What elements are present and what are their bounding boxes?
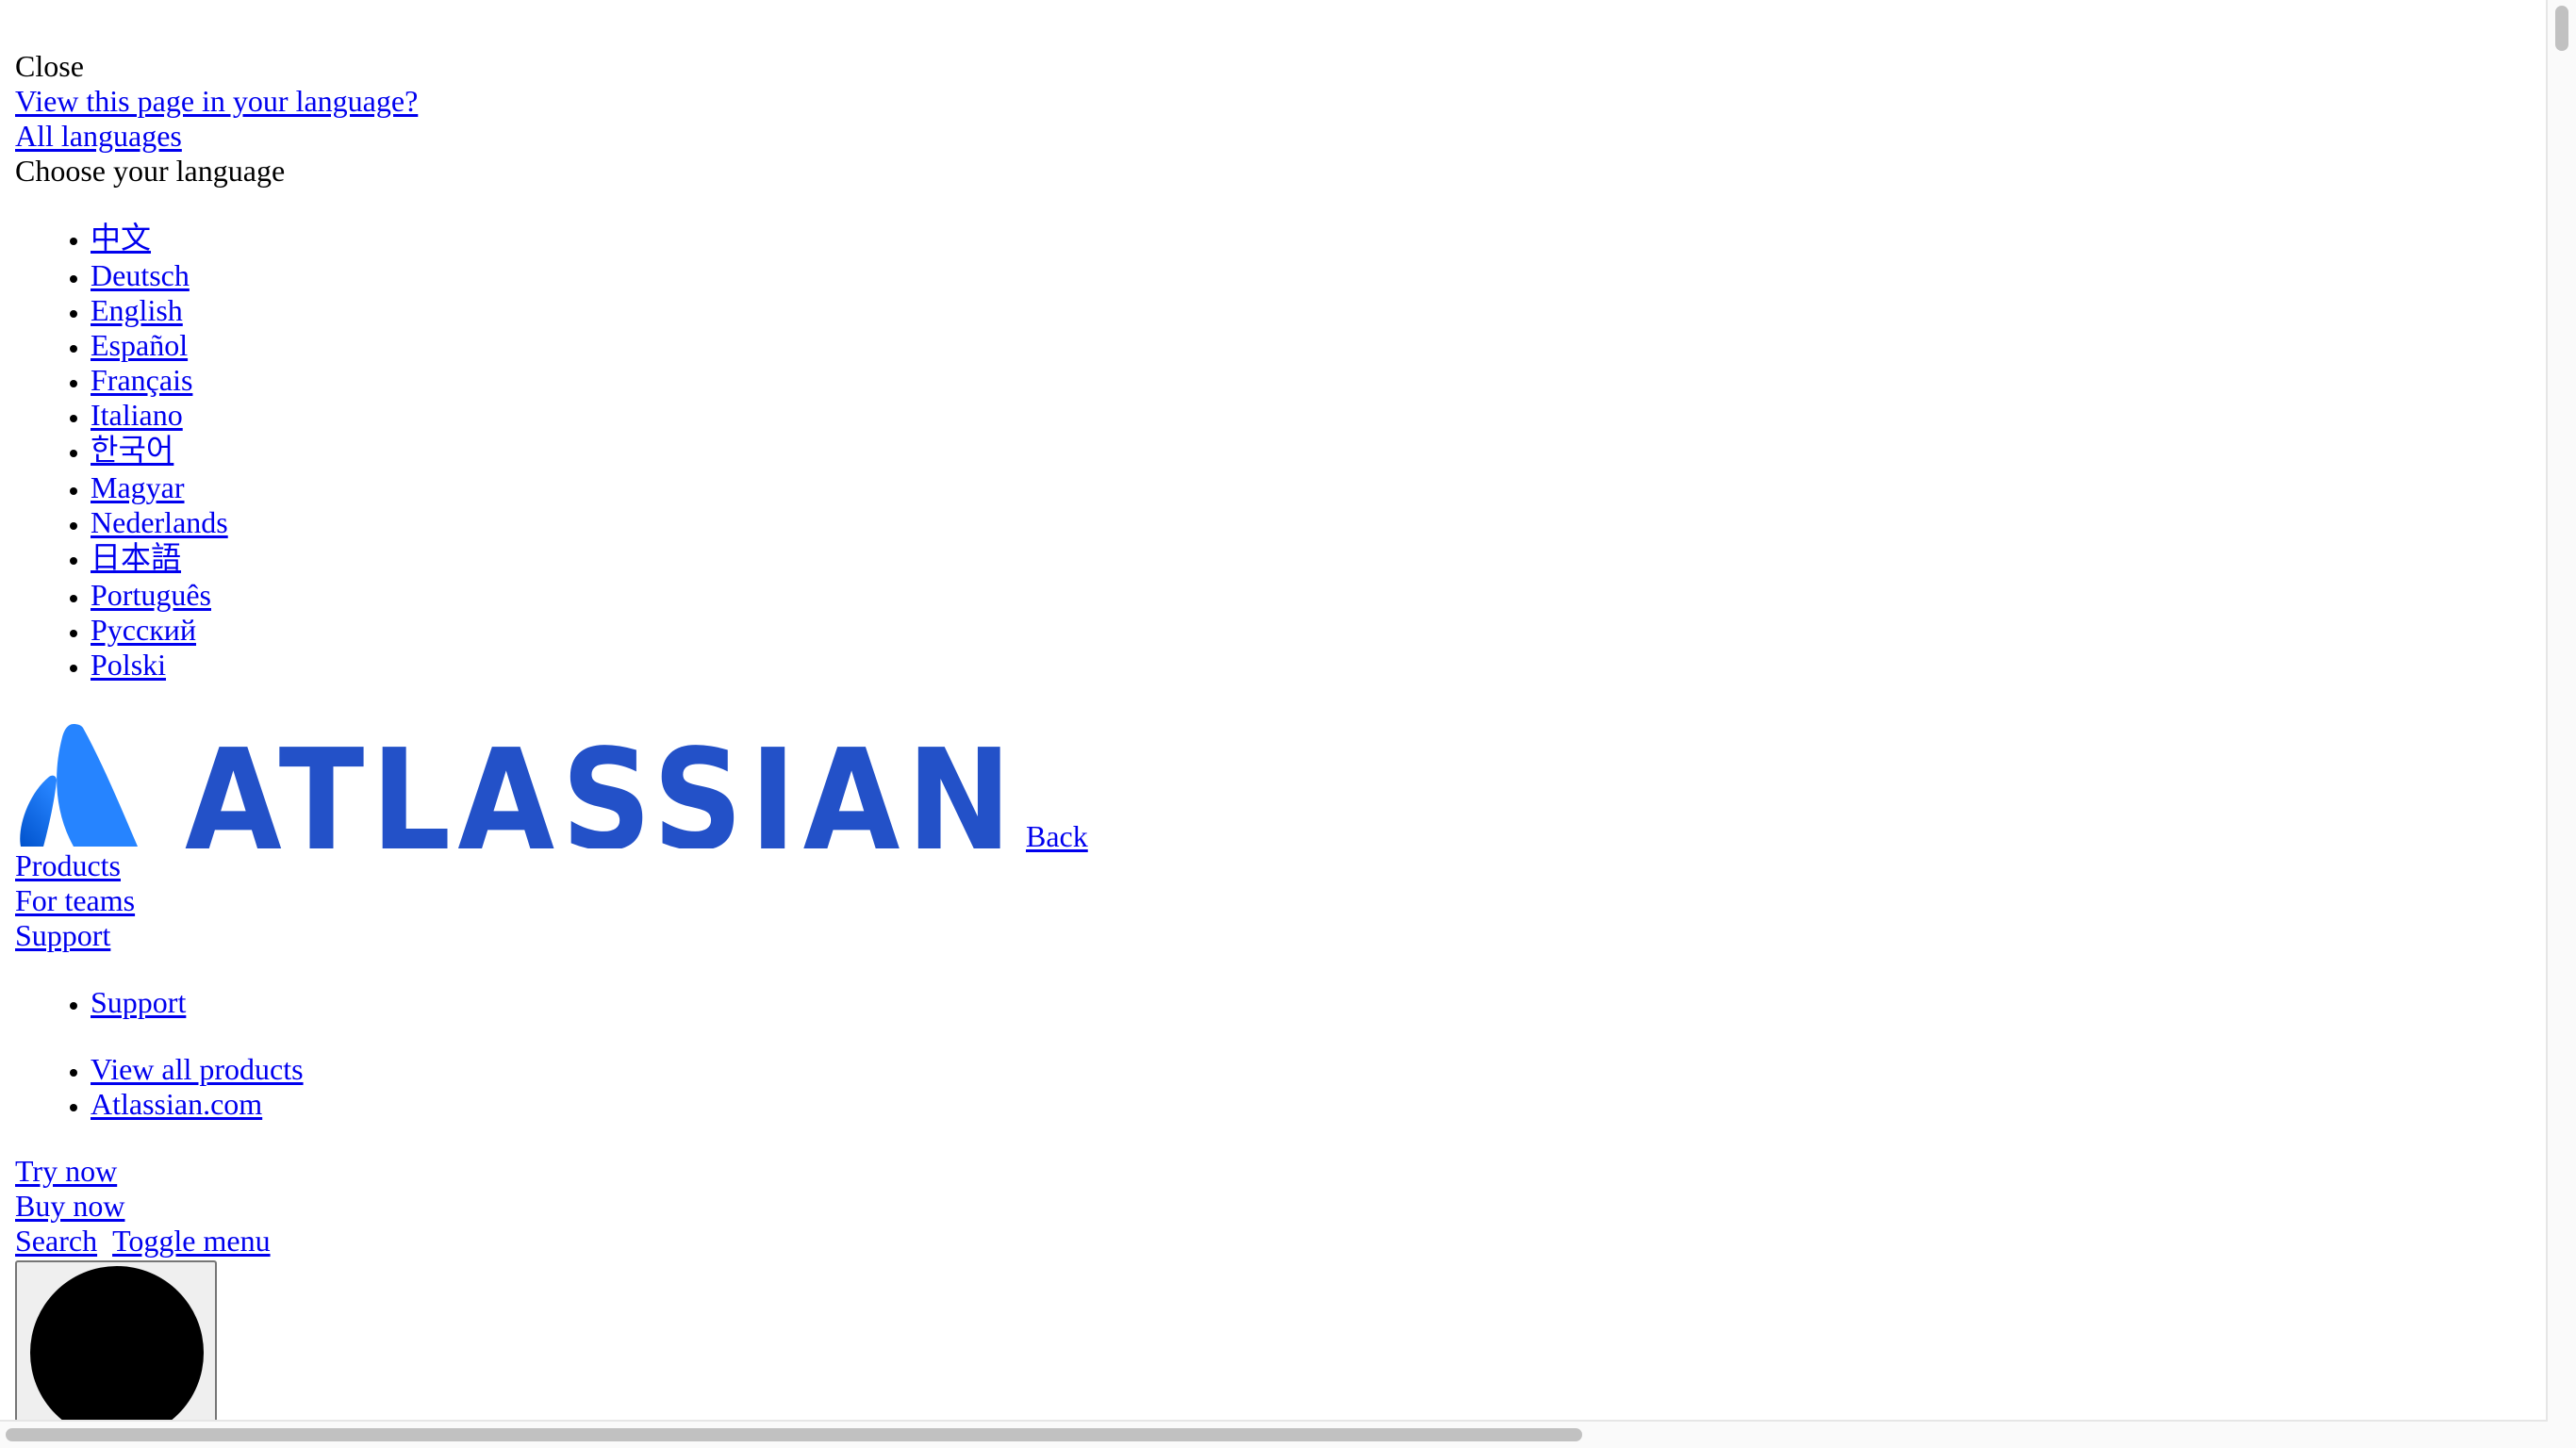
language-link-ko[interactable]: 한국어 — [91, 433, 173, 467]
nav-for-teams-link[interactable]: For teams — [15, 883, 2542, 918]
black-circle-icon — [30, 1266, 204, 1426]
vertical-scrollbar[interactable] — [2546, 0, 2576, 1423]
all-languages-link[interactable]: All languages — [15, 119, 2542, 154]
scrollbar-corner — [2548, 1422, 2576, 1448]
product-links-item: View all products — [91, 1052, 2542, 1087]
product-links-list: View all products Atlassian.com — [15, 1052, 2542, 1122]
horizontal-scrollbar[interactable] — [0, 1420, 2548, 1448]
view-all-products-link[interactable]: View all products — [91, 1052, 304, 1086]
language-item: Português — [91, 578, 2542, 613]
language-link-ru[interactable]: Русский — [91, 613, 196, 647]
language-link-fr[interactable]: Français — [91, 363, 192, 397]
circle-icon-button[interactable] — [15, 1260, 217, 1426]
try-now-link[interactable]: Try now — [15, 1154, 2542, 1189]
back-link[interactable]: Back — [1026, 819, 1088, 854]
buy-now-link[interactable]: Buy now — [15, 1189, 2542, 1224]
language-item: Italiano — [91, 398, 2542, 433]
language-item: Polski — [91, 648, 2542, 683]
atlassian-logo: ATLASSIAN — [20, 722, 1018, 848]
header-logo-row: ATLASSIAN Back — [15, 715, 2542, 853]
vertical-scrollbar-thumb[interactable] — [2555, 6, 2568, 51]
nav-products-link[interactable]: Products — [15, 848, 2542, 883]
logo-mark-main-blade — [57, 724, 138, 847]
search-link[interactable]: Search — [15, 1224, 97, 1258]
language-link-ja[interactable]: 日本語 — [91, 540, 181, 574]
language-item: Русский — [91, 613, 2542, 648]
atlassian-logo-link[interactable]: ATLASSIAN — [15, 722, 1020, 848]
language-item: 한국어 — [91, 433, 2542, 470]
language-item: Nederlands — [91, 505, 2542, 540]
language-item: Français — [91, 363, 2542, 398]
logo-mark-left-blade — [20, 775, 58, 847]
toggle-menu-link[interactable]: Toggle menu — [112, 1224, 271, 1258]
search-toggle-row: Search Toggle menu — [15, 1224, 2542, 1259]
support-menu-list: Support — [15, 985, 2542, 1020]
page-content: Close View this page in your language? A… — [15, 49, 2542, 1426]
language-item: Deutsch — [91, 258, 2542, 293]
page: Close View this page in your language? A… — [0, 0, 2576, 1448]
language-link-hu[interactable]: Magyar — [91, 470, 185, 504]
view-in-language-link[interactable]: View this page in your language? — [15, 84, 2542, 119]
language-item: English — [91, 293, 2542, 328]
language-link-es[interactable]: Español — [91, 328, 188, 362]
support-menu-link[interactable]: Support — [91, 985, 186, 1019]
product-links-item: Atlassian.com — [91, 1087, 2542, 1122]
language-link-zh[interactable]: 中文 — [91, 221, 151, 255]
language-link-nl[interactable]: Nederlands — [91, 505, 228, 539]
language-link-it[interactable]: Italiano — [91, 398, 183, 432]
language-item: Español — [91, 328, 2542, 363]
language-link-de[interactable]: Deutsch — [91, 258, 190, 292]
logo-wordmark: ATLASSIAN — [185, 722, 1018, 848]
language-item: Magyar — [91, 470, 2542, 505]
language-link-en[interactable]: English — [91, 293, 183, 327]
close-label[interactable]: Close — [15, 49, 2542, 84]
horizontal-scrollbar-thumb[interactable] — [6, 1428, 1582, 1441]
language-list: 中文 Deutsch English Español Français Ital… — [15, 221, 2542, 683]
language-item: 中文 — [91, 221, 2542, 258]
language-link-pt[interactable]: Português — [91, 578, 211, 612]
choose-language-label: Choose your language — [15, 154, 286, 188]
support-menu-item: Support — [91, 985, 2542, 1020]
nav-support-link[interactable]: Support — [15, 918, 2542, 953]
atlassian-com-link[interactable]: Atlassian.com — [91, 1087, 262, 1121]
language-link-pl[interactable]: Polski — [91, 648, 166, 682]
language-item: 日本語 — [91, 540, 2542, 578]
